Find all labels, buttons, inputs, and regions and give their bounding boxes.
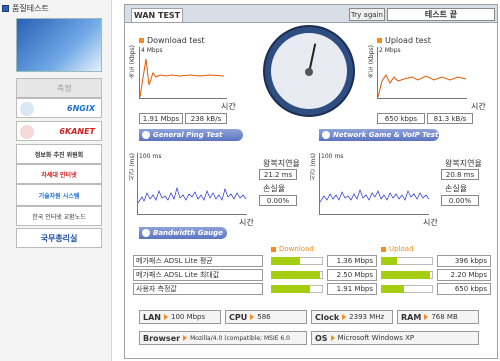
sidebar-item-committee[interactable]: 정보화 추진 위원회 — [16, 144, 102, 164]
download-mbps: 1.91 Mbps — [139, 113, 183, 124]
ping-graph: 100 ms — [137, 153, 247, 215]
download-kbs: 238 kB/s — [185, 113, 227, 124]
download-axis-label: 속도 (Kbps) — [129, 45, 136, 79]
sidebar-item-6kanet[interactable]: 6KANET — [16, 121, 102, 141]
upload-line — [378, 74, 467, 98]
game-voip-test-header: Network Game & VoIP Test — [319, 129, 439, 141]
download-graph: 4 Mbps — [139, 47, 227, 99]
6ngix-logo-icon — [20, 102, 34, 116]
browser-info: Browser Mozilla/4.0 (compatible; MSIE 6.0 — [139, 331, 307, 345]
download-line — [140, 58, 225, 98]
square-icon — [377, 38, 382, 43]
lan-info: LAN 100 Mbps — [139, 310, 221, 324]
os-info: OS Microsoft Windows XP — [311, 331, 479, 345]
ping-axis-label: 시간 (ms) — [129, 153, 136, 181]
bw-row-max: 메가패스 ADSL Lite 최대값 2.50 Mbps 2.20 Mbps — [133, 269, 491, 281]
globe-logo — [16, 18, 102, 72]
test-status: 테스트 끝 — [387, 8, 495, 21]
sidebar-item-pm-office[interactable]: 국무총리실 — [16, 228, 102, 248]
square-icon — [271, 246, 276, 252]
arrow-icon — [142, 131, 150, 139]
topbar: WAN TEST Try again 테스트 끝 — [125, 5, 497, 23]
game-line — [320, 188, 430, 203]
sidebar: 품질테스트 측정 6NGIX 6KANET 정보화 추진 위원회 차세대 인터넷… — [0, 0, 112, 361]
game-rtt: 20.8 ms — [441, 169, 479, 180]
clock-info: Clock 2393 MHz — [311, 310, 393, 324]
sidebar-item-6ngix[interactable]: 6NGIX — [16, 98, 102, 118]
bw-upload-label: Upload — [381, 245, 414, 253]
bandwidth-gauge-header: Bandwidth Gauge — [139, 227, 227, 239]
bw-down-bar — [271, 271, 321, 279]
upload-mbps: 650 kbps — [377, 113, 425, 124]
wan-test-panel: WAN TEST Try again 테스트 끝 Download test 속… — [124, 4, 498, 359]
bw-up-bar — [381, 257, 397, 265]
tab-wan-test[interactable]: WAN TEST — [131, 8, 183, 22]
square-icon — [381, 246, 386, 252]
download-title: Download test — [139, 36, 205, 45]
speed-gauge — [263, 25, 355, 117]
sidebar-title: 품질테스트 — [2, 2, 49, 14]
bw-up-bar — [381, 285, 405, 293]
sidebar-item-measure[interactable]: 측정 — [16, 78, 102, 98]
bw-down-bar — [271, 285, 310, 293]
bw-download-label: Download — [271, 245, 314, 253]
arrow-icon — [142, 229, 150, 237]
square-icon — [139, 38, 144, 43]
try-again-button[interactable]: Try again — [349, 8, 385, 21]
ping-rtt: 21.2 ms — [259, 169, 297, 180]
sidebar-item-kinx[interactable]: 한국 인터넷 교환노드 — [16, 206, 102, 226]
general-ping-test-header: General Ping Test — [139, 129, 243, 141]
upload-title: Upload test — [377, 36, 431, 45]
game-loss: 0.00% — [441, 195, 479, 206]
sidebar-item-next-gen-internet[interactable]: 차세대 인터넷 — [16, 164, 102, 184]
bw-row-avg: 메가패스 ADSL Lite 평균 1.36 Mbps 396 kbps — [133, 255, 491, 267]
ram-info: RAM 768 MB — [397, 310, 479, 324]
bw-up-bar — [381, 271, 431, 279]
game-axis-label: 시간 (ms) — [310, 153, 317, 181]
upload-kbs: 81.3 kB/s — [427, 113, 473, 124]
upload-graph: 2 Mbps — [377, 47, 467, 99]
ping-loss: 0.00% — [259, 195, 297, 206]
6kanet-logo-icon — [20, 125, 34, 139]
upload-axis-label: 속도 (Kbps) — [368, 45, 375, 79]
bw-down-bar — [271, 257, 300, 265]
ping-line — [138, 186, 247, 204]
game-graph: 100 ms — [319, 153, 430, 215]
sidebar-item-tech-resource[interactable]: 기술자원 시스템 — [16, 184, 102, 206]
cpu-info: CPU 586 — [225, 310, 307, 324]
arrow-icon — [322, 131, 330, 139]
bw-row-user: 사용자 측정값 1.91 Mbps 650 kbps — [133, 283, 491, 295]
